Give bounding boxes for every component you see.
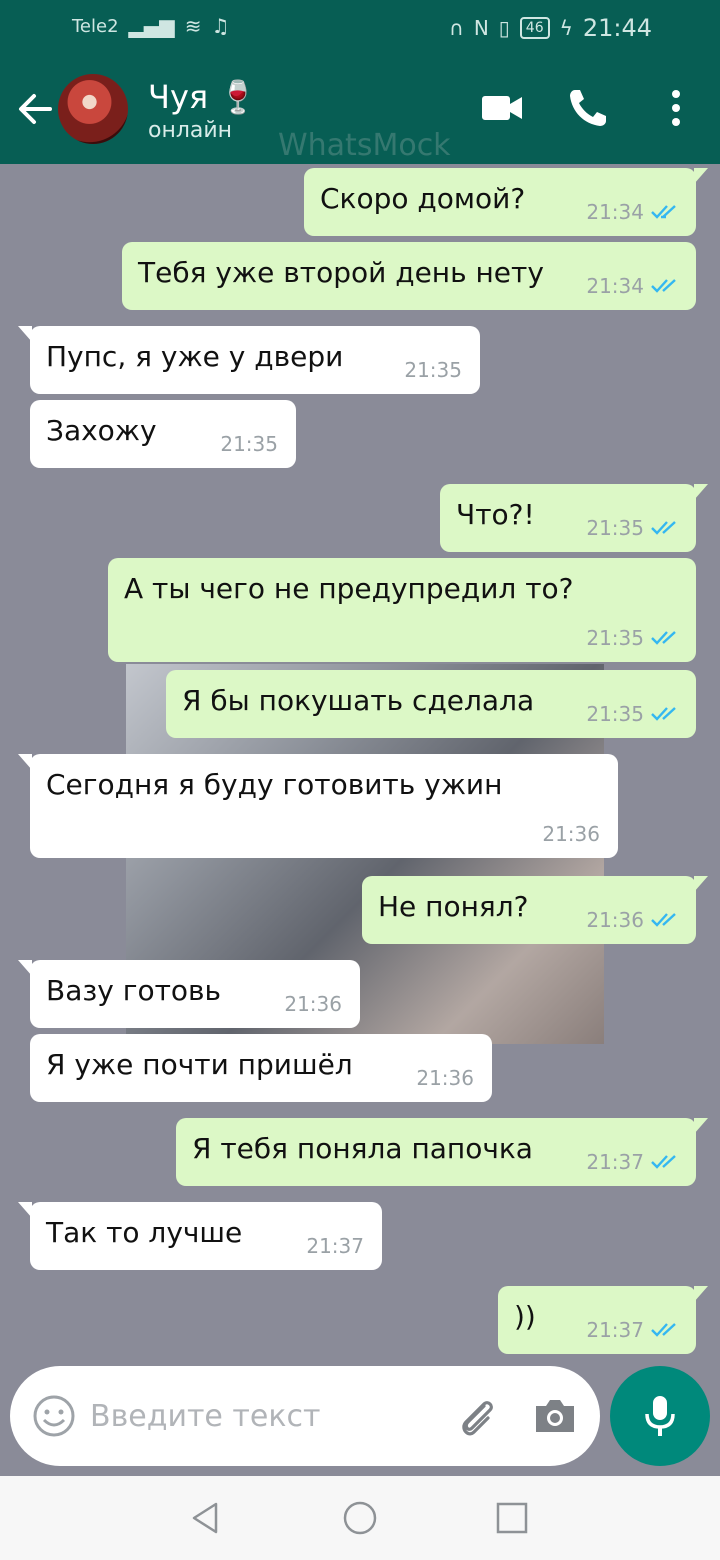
carrier-label: Tele2 xyxy=(72,15,119,37)
vibrate-icon: ▯ xyxy=(498,16,510,40)
message-text: Пупс, я уже у двери xyxy=(46,340,344,373)
message-time: 21:36 xyxy=(416,1066,474,1090)
battery-icon: 46 xyxy=(519,17,550,39)
message-bubble-outgoing[interactable]: Скоро домой? 21:34 xyxy=(304,168,708,236)
read-receipt-icon xyxy=(651,631,676,645)
message-bubble-incoming[interactable]: Пупс, я уже у двери 21:35 xyxy=(18,326,480,394)
message-bubble-incoming[interactable]: Захожу 21:35 xyxy=(30,400,296,468)
voice-record-button[interactable] xyxy=(610,1366,710,1466)
headphones-icon: ∩ xyxy=(449,16,464,40)
wifi-icon: ≋ xyxy=(184,14,202,38)
charging-icon: ϟ xyxy=(559,16,573,40)
message-text: А ты чего не предупредил то? xyxy=(124,572,574,605)
status-bar: Tele2 ▂▄▆ ≋ ♫ ∩ N ▯ 46 ϟ 21:44 xyxy=(0,0,720,54)
contact-name[interactable]: Чуя 🍷 xyxy=(148,78,258,116)
message-composer xyxy=(10,1366,600,1466)
message-bubble-outgoing[interactable]: Я тебя поняла папочка 21:37 xyxy=(176,1118,708,1186)
microphone-icon xyxy=(645,1396,675,1436)
message-time: 21:35 xyxy=(586,516,644,540)
music-note-icon: ♫ xyxy=(211,14,230,38)
clock: 21:44 xyxy=(582,14,652,42)
phone-call-icon[interactable] xyxy=(566,86,610,130)
nav-back-icon[interactable] xyxy=(186,1498,226,1538)
read-receipt-icon xyxy=(651,707,676,721)
message-bubble-incoming[interactable]: Я уже почти пришёл 21:36 xyxy=(30,1034,492,1102)
read-receipt-icon xyxy=(651,521,676,535)
avatar[interactable] xyxy=(58,74,128,144)
message-bubble-incoming[interactable]: Сегодня я буду готовить ужин 21:36 xyxy=(18,754,618,858)
contact-status: онлайн xyxy=(148,118,233,143)
message-time: 21:36 xyxy=(542,822,600,846)
emoji-icon[interactable] xyxy=(32,1394,76,1438)
read-receipt-icon xyxy=(651,205,676,219)
message-time: 21:35 xyxy=(220,432,278,456)
nav-recents-icon[interactable] xyxy=(492,1498,532,1538)
back-arrow-icon[interactable] xyxy=(14,84,54,134)
system-nav-bar xyxy=(0,1476,720,1560)
read-receipt-icon xyxy=(651,913,676,927)
more-vert-icon[interactable] xyxy=(654,86,698,130)
message-text: Я уже почти пришёл xyxy=(46,1048,353,1081)
message-time: 21:36 xyxy=(284,992,342,1016)
message-bubble-outgoing[interactable]: Я бы покушать сделала 21:35 xyxy=(166,670,696,738)
message-time: 21:34 xyxy=(586,200,644,224)
read-receipt-icon xyxy=(651,1323,676,1337)
message-bubble-incoming[interactable]: Вазу готовь 21:36 xyxy=(18,960,360,1028)
message-time: 21:37 xyxy=(586,1318,644,1342)
message-bubble-outgoing[interactable]: Что?! 21:35 xyxy=(440,484,708,552)
camera-icon[interactable] xyxy=(532,1396,578,1436)
message-time: 21:35 xyxy=(404,358,462,382)
nfc-icon: N xyxy=(473,16,489,40)
signal-icon: ▂▄▆ xyxy=(128,14,175,38)
message-time: 21:35 xyxy=(586,626,644,650)
watermark: WhatsMock xyxy=(278,128,451,163)
message-time: 21:37 xyxy=(586,1150,644,1174)
message-bubble-incoming[interactable]: Так то лучше 21:37 xyxy=(18,1202,382,1270)
message-input[interactable] xyxy=(90,1394,430,1438)
message-text: Сегодня я буду готовить ужин xyxy=(46,768,503,801)
message-bubble-outgoing[interactable]: )) 21:37 xyxy=(498,1286,708,1354)
chat-header: Чуя 🍷 онлайн WhatsMock xyxy=(0,54,720,164)
message-bubble-outgoing[interactable]: Тебя уже второй день нету 21:34 xyxy=(122,242,696,310)
message-bubble-outgoing[interactable]: Не понял? 21:36 xyxy=(362,876,708,944)
attach-icon[interactable] xyxy=(454,1394,502,1442)
message-bubble-outgoing[interactable]: А ты чего не предупредил то? 21:35 xyxy=(108,558,696,662)
message-time: 21:36 xyxy=(586,908,644,932)
message-time: 21:34 xyxy=(586,274,644,298)
read-receipt-icon xyxy=(651,279,676,293)
nav-home-icon[interactable] xyxy=(340,1498,380,1538)
video-call-icon[interactable] xyxy=(480,86,524,130)
read-receipt-icon xyxy=(651,1155,676,1169)
message-time: 21:35 xyxy=(586,702,644,726)
message-time: 21:37 xyxy=(306,1234,364,1258)
